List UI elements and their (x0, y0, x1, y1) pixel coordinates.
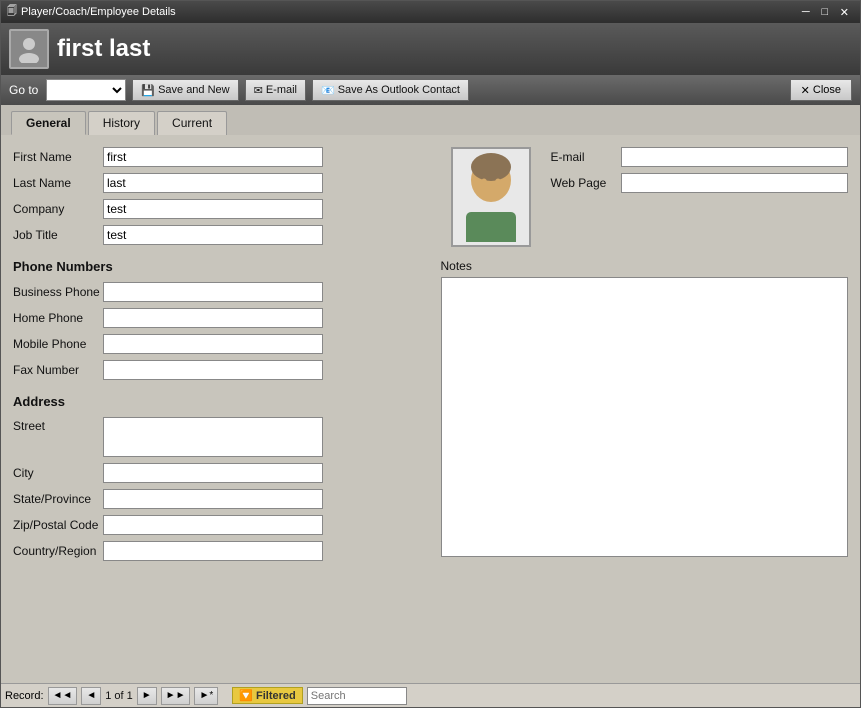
company-input[interactable] (103, 199, 323, 219)
web-page-input[interactable] (621, 173, 849, 193)
contact-fields: E-mail Web Page (551, 147, 849, 247)
close-window-button[interactable]: ✕ (835, 5, 854, 20)
close-button[interactable]: ✕ Close (790, 79, 852, 101)
last-name-row: Last Name (13, 173, 421, 193)
address-heading: Address (13, 394, 421, 409)
company-row: Company (13, 199, 421, 219)
last-name-label: Last Name (13, 176, 103, 190)
fax-number-label: Fax Number (13, 363, 103, 377)
fax-number-input[interactable] (103, 360, 323, 380)
photo-area[interactable] (451, 147, 531, 247)
business-phone-input[interactable] (103, 282, 323, 302)
zip-label: Zip/Postal Code (13, 518, 103, 532)
record-info: 1 of 1 (105, 690, 133, 702)
notes-label: Notes (441, 259, 849, 273)
close-icon: ✕ (801, 84, 810, 97)
save-outlook-button[interactable]: 📧 Save As Outlook Contact (312, 79, 469, 101)
street-label: Street (13, 417, 103, 433)
business-phone-label: Business Phone (13, 285, 103, 299)
web-page-row: Web Page (551, 173, 849, 193)
city-row: City (13, 463, 421, 483)
city-input[interactable] (103, 463, 323, 483)
country-input[interactable] (103, 541, 323, 561)
fax-number-row: Fax Number (13, 360, 421, 380)
outlook-icon: 📧 (321, 84, 335, 97)
zip-row: Zip/Postal Code (13, 515, 421, 535)
state-label: State/Province (13, 492, 103, 506)
city-label: City (13, 466, 103, 480)
prev-record-button[interactable]: ◄ (81, 687, 101, 705)
save-icon: 💾 (141, 84, 155, 97)
notes-textarea[interactable] (441, 277, 849, 557)
job-title-label: Job Title (13, 228, 103, 242)
country-label: Country/Region (13, 544, 103, 558)
first-name-row: First Name (13, 147, 421, 167)
job-title-input[interactable] (103, 225, 323, 245)
company-label: Company (13, 202, 103, 216)
left-section: First Name Last Name Company Job Title (13, 147, 421, 567)
street-row: Street (13, 417, 421, 457)
photo-contact-wrapper: E-mail Web Page (441, 147, 849, 247)
header-area: first last (1, 23, 860, 75)
last-name-input[interactable] (103, 173, 323, 193)
last-record-button[interactable]: ►► (161, 687, 191, 705)
status-bar: Record: ◄◄ ◄ 1 of 1 ► ►► ►* 🔽 Filtered (1, 683, 860, 707)
tab-bar: General History Current (1, 105, 860, 135)
business-phone-row: Business Phone (13, 282, 421, 302)
home-phone-row: Home Phone (13, 308, 421, 328)
email-input[interactable] (621, 147, 849, 167)
right-section: E-mail Web Page Notes (421, 147, 849, 567)
mobile-phone-row: Mobile Phone (13, 334, 421, 354)
title-bar: 🗐 Player/Coach/Employee Details ─ □ ✕ (1, 1, 860, 23)
new-record-button[interactable]: ►* (194, 687, 218, 705)
filtered-badge: 🔽 Filtered (232, 687, 303, 704)
title-bar-controls: ─ □ ✕ (797, 5, 854, 20)
filter-icon: 🔽 (239, 690, 253, 702)
web-page-label: Web Page (551, 176, 621, 190)
phone-numbers-heading: Phone Numbers (13, 259, 421, 274)
search-input[interactable] (307, 687, 407, 705)
record-label: Record: (5, 690, 44, 702)
record-title: first last (57, 35, 852, 63)
home-phone-input[interactable] (103, 308, 323, 328)
street-input[interactable] (103, 417, 323, 457)
title-bar-icon: 🗐 (7, 4, 17, 21)
goto-dropdown[interactable] (46, 79, 126, 101)
save-new-button[interactable]: 💾 Save and New (132, 79, 238, 101)
person-header-icon (9, 29, 49, 69)
job-title-row: Job Title (13, 225, 421, 245)
restore-button[interactable]: □ (816, 5, 834, 20)
first-name-label: First Name (13, 150, 103, 164)
title-bar-title: Player/Coach/Employee Details (21, 6, 176, 18)
email-icon: ✉ (254, 84, 263, 97)
country-row: Country/Region (13, 541, 421, 561)
first-name-input[interactable] (103, 147, 323, 167)
first-record-button[interactable]: ◄◄ (48, 687, 78, 705)
tabs-and-content: General History Current First Name Last … (1, 105, 860, 707)
content-area: First Name Last Name Company Job Title (1, 135, 860, 707)
home-phone-label: Home Phone (13, 311, 103, 325)
mobile-phone-input[interactable] (103, 334, 323, 354)
zip-input[interactable] (103, 515, 323, 535)
tab-current[interactable]: Current (157, 111, 227, 135)
minimize-button[interactable]: ─ (797, 5, 815, 20)
goto-label: Go to (9, 83, 38, 97)
toolbar: Go to 💾 Save and New ✉ E-mail 📧 Save As … (1, 75, 860, 105)
tab-general[interactable]: General (11, 111, 86, 135)
tab-history[interactable]: History (88, 111, 155, 135)
state-input[interactable] (103, 489, 323, 509)
state-row: State/Province (13, 489, 421, 509)
mobile-phone-label: Mobile Phone (13, 337, 103, 351)
email-button[interactable]: ✉ E-mail (245, 79, 306, 101)
next-record-button[interactable]: ► (137, 687, 157, 705)
email-label: E-mail (551, 150, 621, 164)
email-row: E-mail (551, 147, 849, 167)
person-avatar (456, 152, 526, 242)
notes-section: Notes (441, 259, 849, 560)
